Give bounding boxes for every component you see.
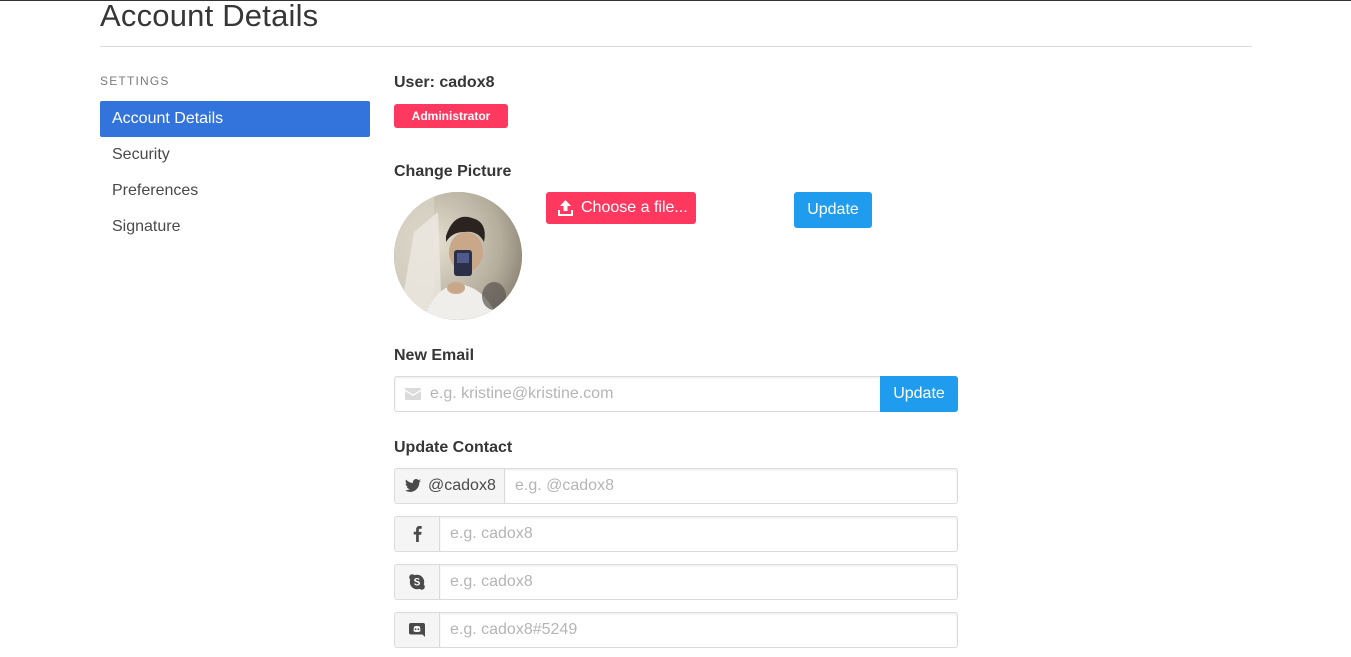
update-picture-button[interactable]: Update bbox=[794, 192, 872, 228]
discord-addon bbox=[394, 612, 440, 648]
twitter-addon: @cadox8 bbox=[394, 468, 505, 504]
twitter-field-wrapper bbox=[504, 468, 958, 504]
role-badge: Administrator bbox=[394, 104, 508, 128]
discord-icon bbox=[409, 623, 425, 637]
facebook-field-wrapper bbox=[439, 516, 958, 552]
twitter-icon bbox=[405, 479, 421, 492]
update-email-button[interactable]: Update bbox=[880, 376, 958, 412]
settings-menu: Account Details Security Preferences Sig… bbox=[100, 101, 370, 245]
skype-addon bbox=[394, 564, 440, 600]
email-input[interactable] bbox=[395, 377, 880, 411]
update-contact-label: Update Contact bbox=[394, 439, 513, 456]
sidebar-item-account-details[interactable]: Account Details bbox=[100, 101, 370, 137]
twitter-input[interactable] bbox=[505, 469, 957, 503]
skype-icon bbox=[409, 574, 425, 590]
avatar bbox=[394, 192, 522, 320]
new-email-label: New Email bbox=[394, 347, 475, 364]
page-title: Account Details bbox=[100, 0, 319, 33]
sidebar-item-security[interactable]: Security bbox=[100, 137, 370, 173]
choose-file-button[interactable]: Choose a file... bbox=[546, 192, 696, 224]
user-heading: User: cadox8 bbox=[394, 74, 495, 91]
discord-field-wrapper bbox=[439, 612, 958, 648]
twitter-handle-prefix: @cadox8 bbox=[428, 477, 496, 494]
user-photo bbox=[394, 192, 522, 320]
envelope-icon bbox=[405, 388, 421, 400]
choose-file-label: Choose a file... bbox=[581, 199, 688, 216]
facebook-input[interactable] bbox=[440, 517, 957, 551]
sidebar-item-signature[interactable]: Signature bbox=[100, 209, 370, 245]
facebook-addon bbox=[394, 516, 440, 552]
sidebar-item-preferences[interactable]: Preferences bbox=[100, 173, 370, 209]
settings-menu-label: SETTINGS bbox=[100, 74, 170, 88]
change-picture-label: Change Picture bbox=[394, 163, 512, 180]
title-divider bbox=[100, 46, 1252, 47]
email-field-wrapper bbox=[394, 376, 881, 412]
upload-icon bbox=[558, 200, 573, 216]
discord-input[interactable] bbox=[440, 613, 957, 647]
facebook-icon bbox=[413, 526, 422, 542]
skype-input[interactable] bbox=[440, 565, 957, 599]
skype-field-wrapper bbox=[439, 564, 958, 600]
